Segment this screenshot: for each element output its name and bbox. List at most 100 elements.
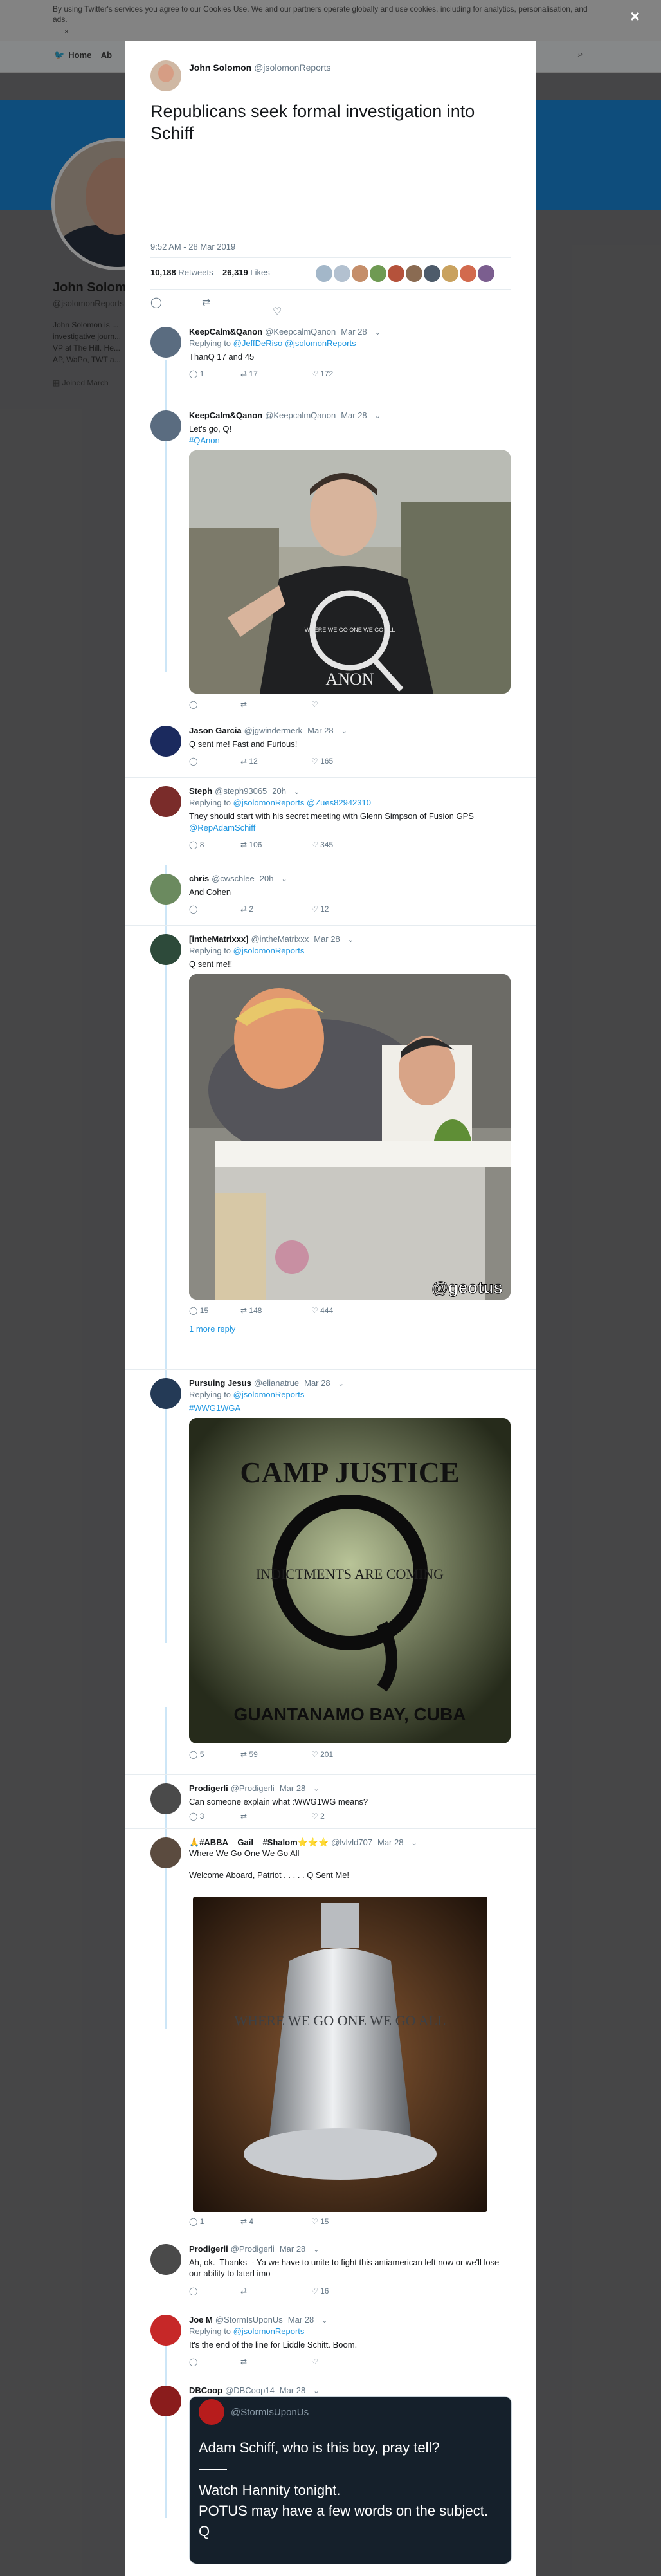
reply-icon[interactable]: ◯: [150, 296, 162, 309]
reply-time[interactable]: Mar 28: [288, 2315, 314, 2324]
liker-avatar[interactable]: [423, 264, 441, 282]
reply-tweet[interactable]: [intheMatrixxx] @intheMatrixxx Mar 28 ⌄ Rep…: [125, 925, 536, 1370]
reply-time[interactable]: Mar 28: [280, 2244, 305, 2254]
heart-icon[interactable]: ♡ 201: [311, 1750, 333, 1759]
reply-mention[interactable]: @RepAdamSchiff: [189, 822, 511, 833]
reply-tweet[interactable]: 🙏#ABBA__Gail__#Shalom⭐⭐⭐ @lvlvld707 Mar 28…: [125, 1828, 536, 2235]
heart-icon[interactable]: ♡: [273, 305, 282, 318]
reply-author-name[interactable]: Steph: [189, 786, 212, 796]
reply-time[interactable]: Mar 28: [304, 1378, 330, 1388]
heart-icon[interactable]: ♡ 172: [311, 369, 333, 378]
reply-time[interactable]: Mar 28: [280, 1783, 305, 1793]
reply-author-name[interactable]: 🙏#ABBA__Gail__#Shalom⭐⭐⭐: [189, 1837, 329, 1847]
chevron-down-icon[interactable]: ⌄: [313, 2387, 319, 2395]
chevron-down-icon[interactable]: ⌄: [375, 329, 381, 336]
liker-avatar[interactable]: [333, 264, 351, 282]
retweet-icon[interactable]: ⇄ 17: [240, 369, 258, 378]
reply-author-name[interactable]: KeepCalm&Qanon: [189, 410, 262, 420]
chevron-down-icon[interactable]: ⌄: [281, 876, 287, 883]
reply-author-name[interactable]: chris: [189, 874, 209, 883]
heart-icon[interactable]: ♡ 2: [311, 1812, 325, 1821]
reply-time[interactable]: Mar 28: [341, 327, 367, 336]
author-handle[interactable]: @jsolomonReports: [254, 62, 330, 73]
retweet-icon[interactable]: ⇄ 4: [240, 2217, 253, 2226]
heart-icon[interactable]: ♡: [311, 700, 318, 709]
reply-author-handle[interactable]: @Prodigerli: [231, 2244, 275, 2254]
chevron-down-icon[interactable]: ⌄: [313, 1785, 319, 1793]
retweet-icon[interactable]: ⇄: [202, 296, 210, 309]
reply-avatar[interactable]: [150, 2315, 181, 2346]
chevron-down-icon[interactable]: ⌄: [341, 728, 347, 735]
liker-avatar[interactable]: [369, 264, 387, 282]
heart-icon[interactable]: ♡: [311, 2357, 318, 2366]
reply-icon[interactable]: ◯: [189, 905, 197, 914]
author-name[interactable]: John Solomon: [189, 62, 251, 73]
reply-avatar[interactable]: [150, 934, 181, 965]
liker-avatar[interactable]: [441, 264, 459, 282]
reply-tweet[interactable]: Jason Garcia @jgwindermerk Mar 28 ⌄ Q sent …: [125, 717, 536, 778]
replying-mentions[interactable]: @JeffDeRiso @jsolomonReports: [233, 338, 356, 348]
reply-author-handle[interactable]: @cwschlee: [212, 874, 255, 883]
liker-avatar[interactable]: [351, 264, 369, 282]
reply-author-name[interactable]: Joe M: [189, 2315, 213, 2324]
replying-mentions[interactable]: @jsolomonReports @Zues82942310: [233, 798, 371, 807]
reply-author-name[interactable]: DBCoop: [189, 2386, 222, 2395]
author-avatar[interactable]: [150, 60, 181, 91]
reply-tweet[interactable]: Steph @steph93065 20h ⌄ Replying to @jsolom…: [125, 777, 536, 865]
reply-author-name[interactable]: Jason Garcia: [189, 726, 242, 735]
retweet-icon[interactable]: ⇄ 12: [240, 757, 258, 766]
heart-icon[interactable]: ♡ 16: [311, 2286, 329, 2295]
reply-author-handle[interactable]: @DBCoop14: [225, 2386, 275, 2395]
reply-meme-image[interactable]: @geotus: [189, 974, 511, 1300]
chevron-down-icon[interactable]: ⌄: [313, 2246, 319, 2254]
heart-icon[interactable]: ♡ 345: [311, 840, 333, 849]
reply-avatar[interactable]: [150, 327, 181, 358]
reply-icon[interactable]: ◯ 8: [189, 840, 204, 849]
retweet-icon[interactable]: ⇄: [240, 2286, 247, 2295]
reply-author-name[interactable]: Prodigerli: [189, 2244, 228, 2254]
reply-author-name[interactable]: [intheMatrixxx]: [189, 934, 248, 944]
replying-mentions[interactable]: @jsolomonReports: [233, 2326, 305, 2336]
reply-avatar[interactable]: [150, 786, 181, 817]
chevron-down-icon[interactable]: ⌄: [375, 412, 381, 420]
reply-tweet[interactable]: KeepCalm&Qanon @KeepcalmQanon Mar 28 ⌄ Let'…: [125, 401, 536, 717]
likes-stat[interactable]: 26,319 Likes: [222, 268, 270, 277]
reply-avatar[interactable]: [150, 1378, 181, 1409]
heart-icon[interactable]: ♡ 444: [311, 1306, 333, 1315]
reply-tweet[interactable]: Joe M @StormIsUponUs Mar 28 ⌄ Replying to @…: [125, 2306, 536, 2377]
replying-mentions[interactable]: @jsolomonReports: [233, 1390, 305, 1399]
retweet-icon[interactable]: ⇄ 106: [240, 840, 262, 849]
reply-time[interactable]: Mar 28: [377, 1837, 403, 1847]
reply-tweet[interactable]: chris @cwschlee 20h ⌄ And Cohen ◯ ⇄ 2 ♡ 12: [125, 865, 536, 926]
reply-icon[interactable]: ◯ 15: [189, 1306, 208, 1315]
reply-hashtag[interactable]: #WWG1WGA: [189, 1403, 511, 1413]
reply-time[interactable]: 20h: [260, 874, 274, 883]
reply-avatar[interactable]: [150, 1837, 181, 1868]
show-more-replies-link[interactable]: 1 more reply: [189, 1324, 235, 1334]
reply-icon[interactable]: ◯: [189, 2357, 197, 2366]
reply-bell-photo[interactable]: WHERE WE GO ONE WE GO ALL: [193, 1897, 487, 2212]
heart-icon[interactable]: ♡ 12: [311, 905, 329, 914]
heart-icon[interactable]: ♡ 15: [311, 2217, 329, 2226]
retweet-icon[interactable]: ⇄: [240, 700, 247, 709]
reply-author-name[interactable]: KeepCalm&Qanon: [189, 327, 262, 336]
liker-avatar[interactable]: [459, 264, 477, 282]
quoted-screenshot[interactable]: @StormIsUponUs Adam Schiff, who is this …: [189, 2396, 512, 2564]
reply-author-handle[interactable]: @KeepcalmQanon: [265, 327, 336, 336]
reply-tweet[interactable]: Prodigerli @Prodigerli Mar 28 ⌄ Can someone…: [125, 1774, 536, 1829]
reply-author-handle[interactable]: @intheMatrixxx: [251, 934, 309, 944]
liker-avatar[interactable]: [405, 264, 423, 282]
retweets-stat[interactable]: 10,188 Retweets: [150, 268, 213, 277]
chevron-down-icon[interactable]: ⌄: [338, 1380, 344, 1388]
reply-time[interactable]: Mar 28: [280, 2386, 305, 2395]
retweet-icon[interactable]: ⇄: [240, 1812, 247, 1821]
reply-author-name[interactable]: Prodigerli: [189, 1783, 228, 1793]
reply-author-handle[interactable]: @lvlvld707: [331, 1837, 372, 1847]
liker-avatar[interactable]: [387, 264, 405, 282]
author-info[interactable]: John Solomon @jsolomonReports: [189, 62, 330, 73]
reply-time[interactable]: Mar 28: [307, 726, 333, 735]
chevron-down-icon[interactable]: ⌄: [348, 936, 354, 944]
reply-icon[interactable]: ◯ 5: [189, 1750, 204, 1759]
reply-avatar[interactable]: [150, 410, 181, 441]
reply-tweet[interactable]: DBCoop @DBCoop14 Mar 28 ⌄ @StormIsUponUs Ad…: [125, 2377, 536, 2576]
